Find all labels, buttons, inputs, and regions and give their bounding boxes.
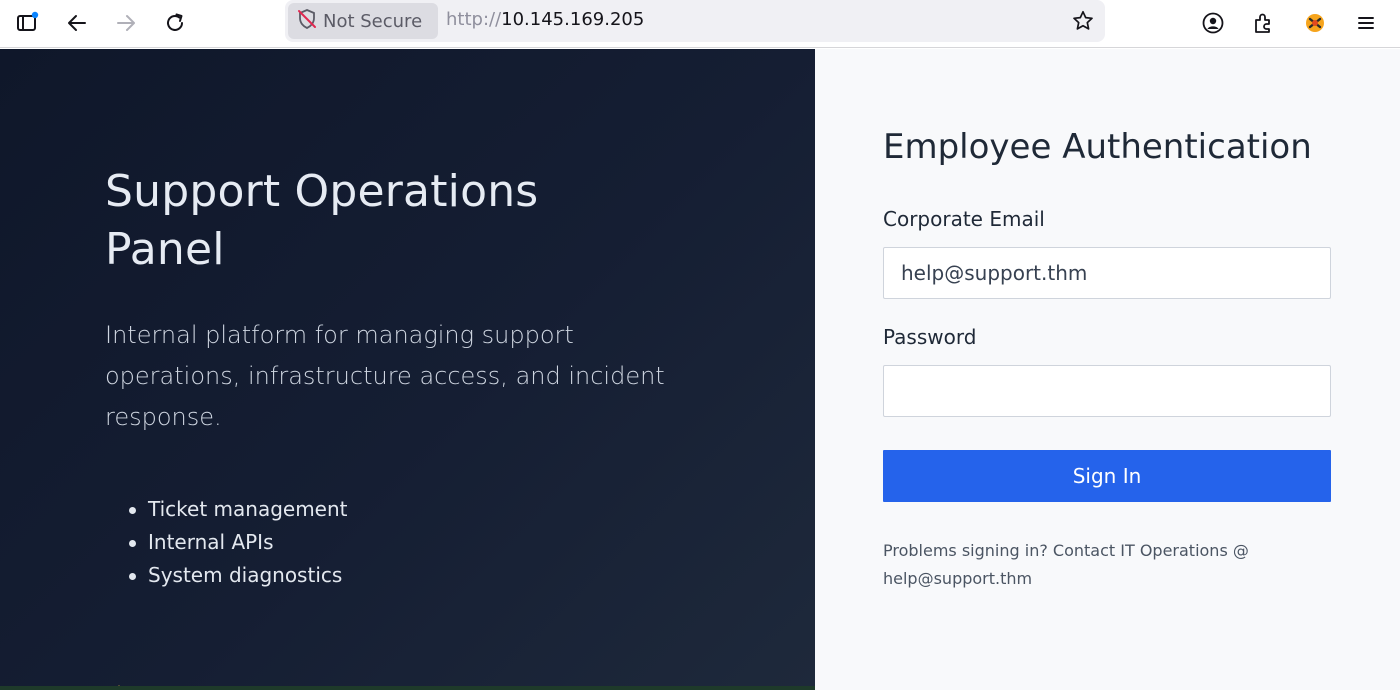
- browser-toolbar: Not Secure http://10.145.169.205: [0, 0, 1400, 48]
- email-field[interactable]: [883, 247, 1331, 299]
- account-icon[interactable]: [1196, 6, 1230, 40]
- security-label: Not Secure: [323, 10, 423, 32]
- url-scheme: http://: [446, 9, 502, 30]
- auth-title: Employee Authentication: [883, 127, 1312, 167]
- url-host: 10.145.169.205: [501, 9, 645, 30]
- forward-arrow-icon[interactable]: [109, 6, 143, 40]
- extension-badge-icon[interactable]: [1298, 6, 1332, 40]
- bottom-edge-line: [0, 686, 815, 690]
- url-text[interactable]: http://10.145.169.205: [446, 9, 644, 30]
- hero-description: Internal platform for managing support o…: [105, 321, 665, 431]
- extensions-icon[interactable]: [1246, 6, 1280, 40]
- bookmark-star-icon[interactable]: [1071, 9, 1095, 37]
- feature-item: Ticket management: [129, 493, 348, 526]
- sign-in-button[interactable]: Sign In: [883, 450, 1331, 502]
- feature-list: Ticket management Internal APIs System d…: [129, 493, 348, 592]
- feature-item: System diagnostics: [129, 559, 348, 592]
- reload-icon[interactable]: [158, 6, 192, 40]
- password-label: Password: [883, 325, 977, 349]
- sidebar-tabs-icon[interactable]: [10, 6, 44, 40]
- password-field[interactable]: [883, 365, 1331, 417]
- menu-icon[interactable]: [1349, 6, 1383, 40]
- auth-panel: Employee Authentication Corporate Email …: [815, 49, 1400, 690]
- shield-slash-icon: [296, 8, 318, 34]
- security-indicator[interactable]: Not Secure: [288, 3, 438, 39]
- back-arrow-icon[interactable]: [60, 6, 94, 40]
- help-text: Problems signing in? Contact IT Operatio…: [883, 541, 1249, 588]
- address-bar[interactable]: Not Secure http://10.145.169.205: [285, 0, 1105, 42]
- hero-title: Support Operations Panel: [105, 166, 539, 275]
- feature-item: Internal APIs: [129, 526, 348, 559]
- hero-panel: Support Operations Panel Internal platfo…: [0, 49, 815, 690]
- email-label: Corporate Email: [883, 207, 1045, 231]
